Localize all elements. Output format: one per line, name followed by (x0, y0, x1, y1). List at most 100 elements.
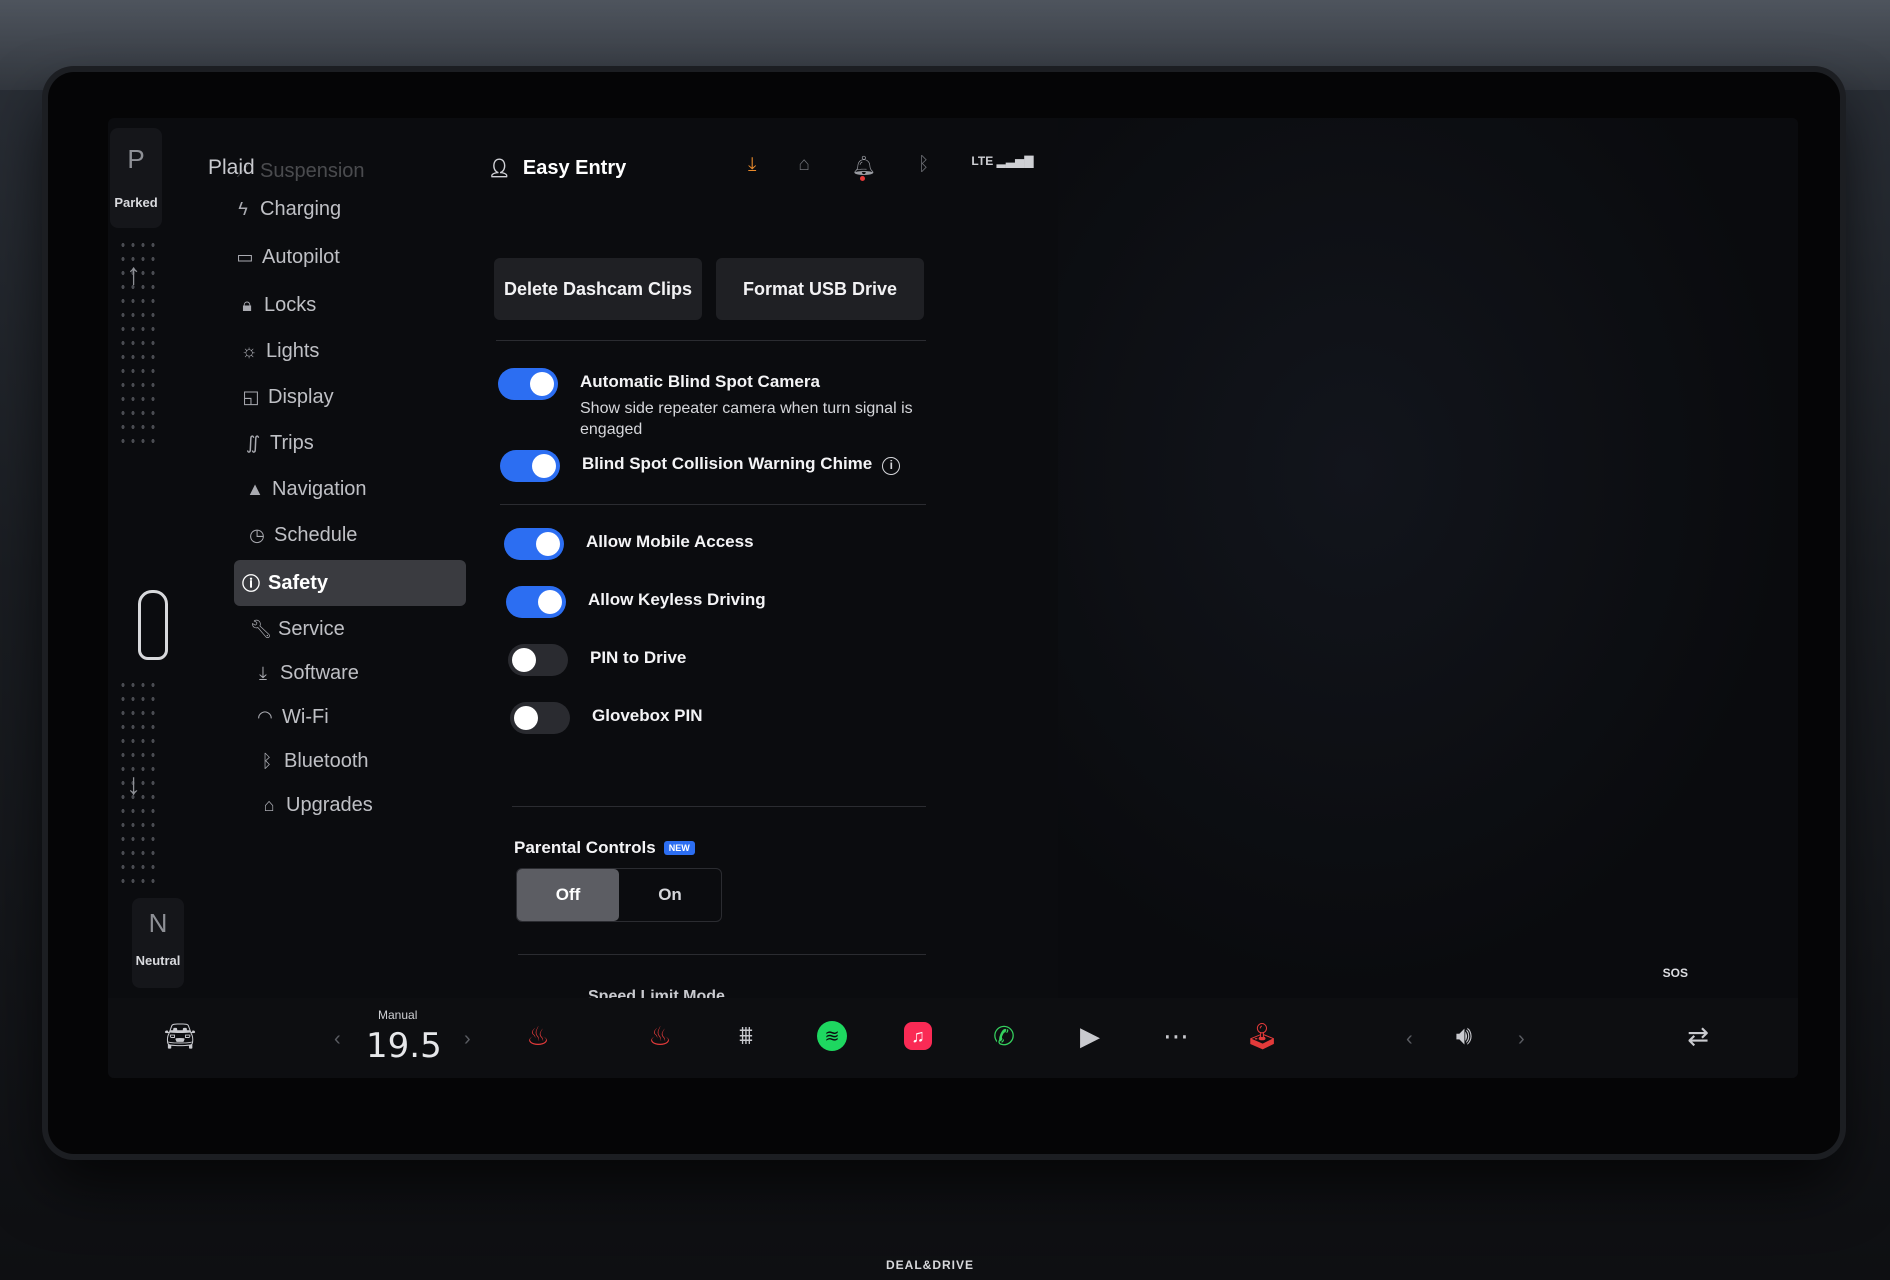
pin-to-drive-toggle[interactable] (508, 644, 568, 676)
setting-title: Glovebox PIN (592, 706, 703, 725)
garage-icon[interactable]: ⌂ (798, 154, 809, 178)
sidebar-item-lights[interactable]: ☼ Lights (232, 328, 472, 374)
sidebar-item-trips[interactable]: ∬ Trips (236, 420, 476, 466)
sidebar-item-service[interactable]: 🔧︎ Service (244, 606, 484, 652)
sidebar-item-locks[interactable]: 🔒︎ Locks (230, 282, 470, 328)
switch-arrows-icon[interactable]: ⇄ (1678, 1016, 1718, 1056)
arcade-joystick-icon[interactable]: 🕹︎ (1242, 1016, 1282, 1056)
climate-mode-label: Manual (378, 1008, 418, 1022)
temp-decrease-chevron[interactable]: ‹ (334, 1028, 341, 1051)
volume-decrease-chevron[interactable]: ‹ (1406, 1028, 1413, 1051)
driver-profile[interactable]: 👤︎ Easy Entry (488, 157, 626, 180)
arrow-up-icon: ↑ (126, 258, 141, 291)
cabin-temperature[interactable]: 19.5 (366, 1026, 442, 1066)
info-icon[interactable]: i (882, 457, 901, 475)
suspension-icon: ⟋ (236, 160, 250, 181)
lte-signal-icon: LTE ▂▃▅▇ (971, 154, 1034, 168)
sidebar-item-label: Suspension (260, 159, 365, 182)
volume-increase-chevron[interactable]: › (1518, 1028, 1525, 1051)
sidebar-item-navigation[interactable]: ▲ Navigation (238, 466, 478, 512)
parental-controls-off[interactable]: Off (517, 869, 619, 921)
gear-park[interactable]: P Parked (110, 128, 162, 228)
gear-park-letter: P (127, 144, 145, 174)
gear-selector[interactable]: P Parked ↑ ↓ N Neutral (108, 128, 184, 998)
setting-keyless-driving: Allow Keyless Driving (506, 586, 766, 618)
parental-controls-on[interactable]: On (619, 869, 721, 921)
apple-music-icon[interactable]: ♫ (898, 1016, 938, 1056)
navigation-icon: ▲ (246, 478, 264, 499)
sidebar-item-bluetooth[interactable]: ᛒ Bluetooth (250, 738, 490, 784)
gear-neutral-label: Neutral (135, 953, 181, 968)
sidebar-item-label: Locks (264, 293, 317, 316)
setting-blind-spot-camera: Automatic Blind Spot Camera Show side re… (498, 368, 960, 440)
sidebar-item-autopilot[interactable]: ▭ Autopilot (228, 234, 468, 280)
sidebar-item-label: Bluetooth (284, 749, 369, 772)
theater-icon[interactable]: ▶ (1070, 1016, 1110, 1056)
steering-heater-icon[interactable]: ♨ (640, 1016, 680, 1056)
map-view[interactable] (1058, 118, 1798, 998)
setting-title: Blind Spot Collision Warning Chime (582, 454, 873, 473)
safety-icon: ⓘ (242, 574, 260, 594)
clock-icon: ◷ (249, 524, 265, 545)
bell-icon[interactable]: 🔔︎ (852, 154, 876, 181)
format-usb-drive-button[interactable]: Format USB Drive (716, 258, 924, 320)
mobile-access-toggle[interactable] (504, 528, 564, 560)
volume-icon[interactable]: 🔊︎ (1444, 1016, 1484, 1056)
status-bar: 👤︎ Easy Entry ⤓ ⌂ 🔔︎ ᛒ LTE ▂▃▅▇ (488, 148, 1048, 188)
status-icons: ⤓ ⌂ 🔔︎ ᛒ LTE ▂▃▅▇ (748, 154, 1034, 181)
sidebar-item-safety[interactable]: ⓘ Safety (234, 560, 466, 606)
car-icon[interactable]: 🚘︎ (160, 1016, 200, 1056)
divider (500, 504, 926, 505)
download-icon: ⤓ (259, 662, 267, 683)
sidebar-item-label: Trips (270, 431, 314, 454)
new-badge: NEW (663, 841, 695, 855)
bottom-dock: 🚘︎ ‹ Manual 19.5 › ♨ ♨ ⩩ ≋ ♫ ✆ ▶ ⋯ 🕹︎ ‹ … (108, 998, 1798, 1078)
divider (518, 954, 926, 955)
setting-title: Allow Keyless Driving (588, 590, 766, 609)
steering-wheel-icon: ▭ (236, 246, 254, 267)
sidebar-item-label: Charging (260, 197, 342, 220)
sidebar-item-label: Display (268, 385, 334, 408)
seat-heater-icon[interactable]: ♨ (518, 1016, 558, 1056)
gear-neutral[interactable]: N Neutral (132, 898, 184, 988)
arrow-down-icon: ↓ (126, 768, 141, 801)
gear-neutral-letter: N (148, 908, 168, 938)
setting-collision-chime: Blind Spot Collision Warning Chime i (500, 450, 901, 482)
more-apps-icon[interactable]: ⋯ (1156, 1016, 1196, 1056)
sidebar-item-display[interactable]: ◱ Display (234, 374, 474, 420)
profile-name: Easy Entry (522, 156, 627, 179)
keyless-driving-toggle[interactable] (506, 586, 566, 618)
lock-icon: 🔒︎ (242, 294, 252, 315)
setting-title: PIN to Drive (590, 648, 687, 667)
wifi-icon: ◠ (257, 706, 273, 727)
spotify-icon[interactable]: ≋ (812, 1016, 852, 1056)
sidebar-item-label: Safety (268, 571, 329, 594)
bluetooth-icon[interactable]: ᛒ (918, 154, 929, 178)
delete-dashcam-clips-button[interactable]: Delete Dashcam Clips (494, 258, 702, 320)
setting-glovebox-pin: Glovebox PIN (510, 702, 703, 734)
sidebar-item-schedule[interactable]: ◷ Schedule (240, 512, 480, 558)
sidebar-item-software[interactable]: ⤓ Software (246, 650, 486, 696)
display-icon: ◱ (242, 386, 260, 407)
temp-increase-chevron[interactable]: › (464, 1028, 471, 1051)
sos-button[interactable]: SOS (1663, 966, 1688, 980)
wrench-icon: 🔧︎ (249, 618, 273, 639)
gear-park-label: Parked (114, 195, 158, 210)
glovebox-pin-toggle[interactable] (510, 702, 570, 734)
sidebar-item-charging[interactable]: ϟ Charging (226, 186, 466, 232)
download-icon[interactable]: ⤓ (748, 154, 756, 178)
setting-title: Automatic Blind Spot Camera (580, 372, 820, 391)
sidebar-item-label: Upgrades (286, 793, 373, 816)
sidebar-item-wifi[interactable]: ◠ Wi-Fi (248, 694, 488, 740)
parental-controls-segmented: Off On (516, 868, 722, 922)
setting-mobile-access: Allow Mobile Access (504, 528, 754, 560)
trips-icon: ∬ (245, 432, 261, 453)
sidebar-item-upgrades[interactable]: ⌂ Upgrades (252, 782, 492, 828)
rear-defrost-icon[interactable]: ⩩ (726, 1016, 766, 1056)
collision-chime-toggle[interactable] (500, 450, 560, 482)
sidebar-item-label: Wi-Fi (282, 705, 329, 728)
sidebar-item-label: Software (280, 661, 359, 684)
blind-spot-camera-toggle[interactable] (498, 368, 558, 400)
setting-description: Show side repeater camera when turn sign… (580, 400, 913, 438)
phone-icon[interactable]: ✆ (984, 1016, 1024, 1056)
